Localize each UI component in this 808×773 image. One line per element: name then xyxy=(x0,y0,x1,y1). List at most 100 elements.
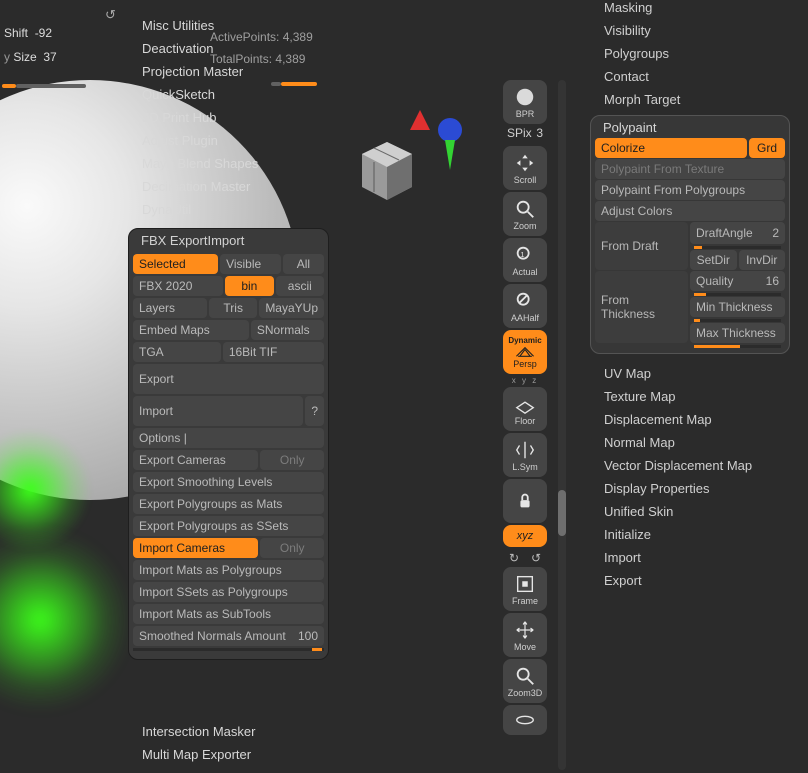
fbx-export-cameras[interactable]: Export Cameras xyxy=(133,450,258,470)
polypaint-from-polygroups[interactable]: Polypaint From Polygroups xyxy=(595,180,785,200)
rotate-left-icon[interactable]: ↻ xyxy=(509,551,519,565)
fbx-snormals[interactable]: SNormals xyxy=(251,320,324,340)
shift-slider[interactable]: Shift -92 xyxy=(0,24,90,42)
fbx-visible[interactable]: Visible xyxy=(220,254,281,274)
plugin-item[interactable]: DynaUtil xyxy=(128,198,328,221)
section-header[interactable]: Morph Target xyxy=(590,88,800,111)
adjust-colors[interactable]: Adjust Colors xyxy=(595,201,785,221)
zoom3d-button[interactable]: Zoom3D xyxy=(503,659,547,703)
section-header[interactable]: Display Properties xyxy=(590,477,800,500)
section-header[interactable]: Masking xyxy=(590,0,800,19)
fbx-header[interactable]: FBX ExportImport xyxy=(129,229,328,252)
right-panel-scrollbar[interactable] xyxy=(558,80,566,770)
min-thickness[interactable]: Min Thickness xyxy=(690,297,785,317)
polypaint-from-texture[interactable]: Polypaint From Texture xyxy=(595,159,785,179)
xyz-letters: x y z xyxy=(503,376,547,385)
fbx-export-pg-mats[interactable]: Export Polygroups as Mats xyxy=(133,494,324,514)
scrollbar-thumb[interactable] xyxy=(558,490,566,536)
persp-button[interactable]: Dynamic Persp xyxy=(503,330,547,374)
max-thickness[interactable]: Max Thickness xyxy=(690,323,785,343)
fbx-import[interactable]: Import xyxy=(133,396,303,426)
scroll-button[interactable]: Scroll xyxy=(503,146,547,190)
from-thickness[interactable]: From Thickness xyxy=(595,271,688,343)
fbx-export-smoothing[interactable]: Export Smoothing Levels xyxy=(133,472,324,492)
setdir-button[interactable]: SetDir xyxy=(690,250,737,270)
invdir-button[interactable]: InvDir xyxy=(739,250,786,270)
fbx-ascii[interactable]: ascii xyxy=(276,276,324,296)
fbx-panel: FBX ExportImport Selected Visible All FB… xyxy=(128,228,329,660)
aahalf-button[interactable]: AAHalf xyxy=(503,284,547,328)
fbx-export-pg-ssets[interactable]: Export Polygroups as SSets xyxy=(133,516,324,536)
fbx-import-cameras[interactable]: Import Cameras xyxy=(133,538,258,558)
frame-button[interactable]: Frame xyxy=(503,567,547,611)
draft-angle[interactable]: DraftAngle 2 xyxy=(690,222,785,244)
fbx-import-cameras-only[interactable]: Only xyxy=(260,538,324,558)
max-thickness-track[interactable] xyxy=(694,345,781,348)
plugin-item[interactable]: Adjust Plugin xyxy=(128,129,328,152)
section-header[interactable]: Texture Map xyxy=(590,385,800,408)
smoothed-slider-track[interactable] xyxy=(133,648,324,651)
fbx-import-mats-pg[interactable]: Import Mats as Polygroups xyxy=(133,560,324,580)
section-header[interactable]: Normal Map xyxy=(590,431,800,454)
fbx-options[interactable]: Options | xyxy=(133,428,324,448)
section-header[interactable]: Export xyxy=(590,569,800,592)
fbx-mayayup[interactable]: MayaYUp xyxy=(259,298,324,318)
extra-button[interactable] xyxy=(503,705,547,735)
section-header[interactable]: UV Map xyxy=(590,362,800,385)
spix-slider[interactable]: SPix3 xyxy=(503,126,547,140)
fbx-selected[interactable]: Selected xyxy=(133,254,218,274)
fbx-tga[interactable]: TGA xyxy=(133,342,221,362)
section-header[interactable]: Unified Skin xyxy=(590,500,800,523)
plugin-item[interactable]: 3D Print Hub xyxy=(128,106,328,129)
colorize-button[interactable]: Colorize xyxy=(595,138,747,158)
plugin-item[interactable]: Multi Map Exporter xyxy=(128,743,328,766)
xyz-button[interactable]: xyz xyxy=(503,525,547,547)
min-thickness-track[interactable] xyxy=(694,319,781,322)
actual-button[interactable]: 1 Actual xyxy=(503,238,547,282)
move-icon xyxy=(514,619,536,641)
fbx-embed-maps[interactable]: Embed Maps xyxy=(133,320,249,340)
fbx-export-cameras-only[interactable]: Only xyxy=(260,450,324,470)
fbx-help[interactable]: ? xyxy=(305,396,324,426)
plugin-item[interactable]: Intersection Masker xyxy=(128,720,328,743)
size-slider-track[interactable] xyxy=(2,76,92,82)
plugin-item[interactable]: Maya Blend Shapes xyxy=(128,152,328,175)
zoom-button[interactable]: Zoom xyxy=(503,192,547,236)
draft-angle-track[interactable] xyxy=(694,246,781,249)
axis-gizmo[interactable] xyxy=(350,100,480,240)
fbx-import-mats-subtools[interactable]: Import Mats as SubTools xyxy=(133,604,324,624)
quality-slider[interactable]: Quality 16 xyxy=(690,271,785,291)
plugin-item[interactable]: Decimation Master xyxy=(128,175,328,198)
section-header[interactable]: Displacement Map xyxy=(590,408,800,431)
lsym-button[interactable]: L.Sym xyxy=(503,433,547,477)
fbx-version[interactable]: FBX 2020 xyxy=(133,276,223,296)
section-header[interactable]: Import xyxy=(590,546,800,569)
from-draft[interactable]: From Draft xyxy=(595,222,688,270)
fbx-layers[interactable]: Layers xyxy=(133,298,207,318)
polypaint-header[interactable]: Polypaint xyxy=(595,120,785,137)
plugin-item[interactable]: QuickSketch xyxy=(128,83,328,106)
bpr-button[interactable]: BPR xyxy=(503,80,547,124)
fbx-16bit-tif[interactable]: 16Bit TIF xyxy=(223,342,324,362)
section-header[interactable]: Contact xyxy=(590,65,800,88)
lock-button[interactable] xyxy=(503,479,547,523)
svg-text:1: 1 xyxy=(520,249,524,258)
fbx-all[interactable]: All xyxy=(283,254,324,274)
fbx-tris[interactable]: Tris xyxy=(209,298,257,318)
fbx-import-ssets-pg[interactable]: Import SSets as Polygroups xyxy=(133,582,324,602)
grd-button[interactable]: Grd xyxy=(749,138,785,158)
section-header[interactable]: Polygroups xyxy=(590,42,800,65)
section-header[interactable]: Initialize xyxy=(590,523,800,546)
back-icon[interactable]: ↺ xyxy=(105,7,119,21)
size-slider[interactable]: y Size 37 xyxy=(0,48,90,66)
section-header[interactable]: Visibility xyxy=(590,19,800,42)
brush-splotch xyxy=(0,530,130,710)
fbx-bin[interactable]: bin xyxy=(225,276,273,296)
fbx-smoothed-normals[interactable]: Smoothed Normals Amount 100 xyxy=(133,626,324,646)
quality-track[interactable] xyxy=(694,293,781,296)
move-button[interactable]: Move xyxy=(503,613,547,657)
fbx-export[interactable]: Export xyxy=(133,364,324,394)
section-header[interactable]: Vector Displacement Map xyxy=(590,454,800,477)
floor-button[interactable]: Floor xyxy=(503,387,547,431)
rotate-right-icon[interactable]: ↺ xyxy=(531,551,541,565)
